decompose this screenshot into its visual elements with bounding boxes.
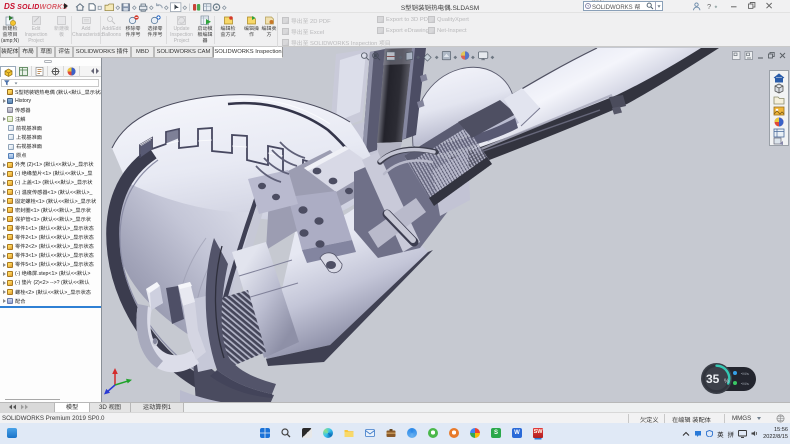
svg-text:35: 35 bbox=[706, 372, 720, 386]
svg-text:%: % bbox=[724, 379, 730, 385]
svg-text:?: ? bbox=[707, 2, 711, 11]
